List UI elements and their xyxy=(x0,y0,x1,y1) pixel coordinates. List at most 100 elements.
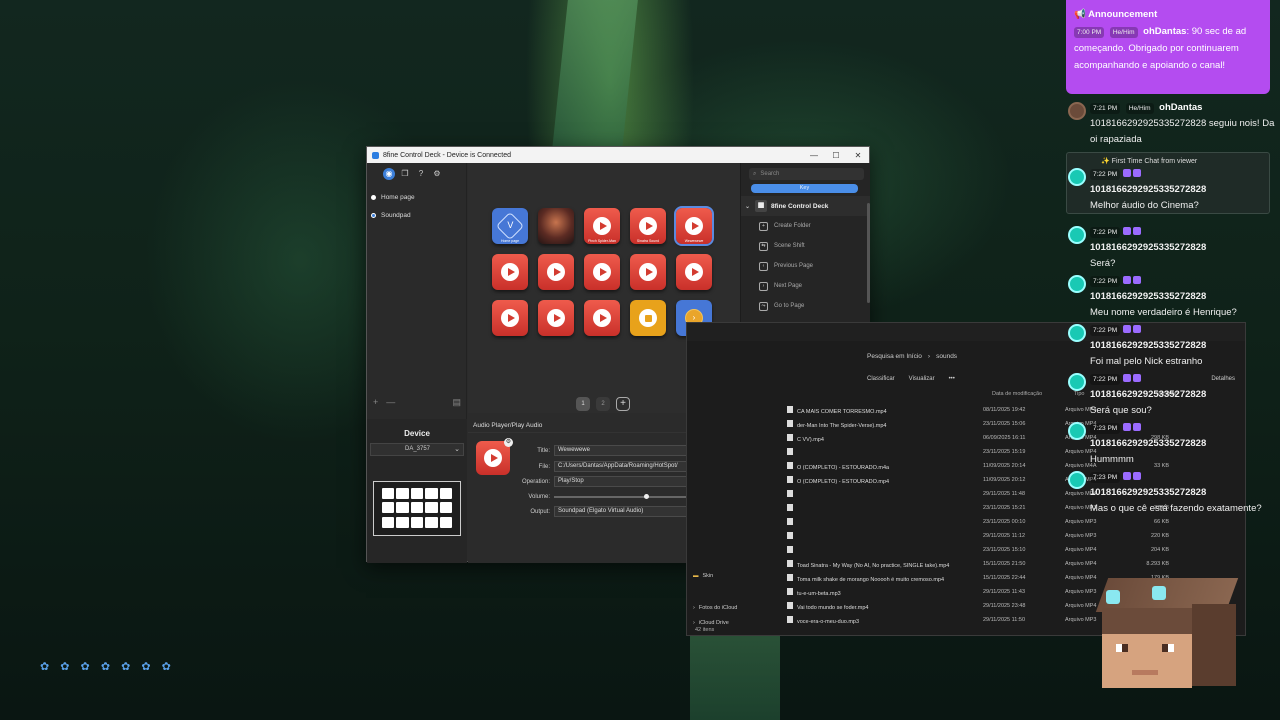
file-date: 11/09/2025 20:12 xyxy=(983,477,1026,483)
file-icon xyxy=(787,405,793,413)
minimize-button[interactable]: — xyxy=(803,151,825,160)
username[interactable]: 1018166292925335272828 xyxy=(1090,184,1206,195)
deck-key[interactable] xyxy=(676,254,712,290)
first-time-header: First Time Chat from viewer xyxy=(1111,158,1198,165)
badge-icon xyxy=(1123,472,1132,481)
username[interactable]: 1018166292925335272828 xyxy=(1090,487,1206,498)
timestamp: 7:22 PM xyxy=(1090,276,1121,287)
username[interactable]: 1018166292925335272828 xyxy=(1090,291,1206,302)
title-bar[interactable]: 8fine Control Deck - Device is Connected… xyxy=(367,147,869,163)
file-icon xyxy=(787,517,793,525)
key-button[interactable]: Key xyxy=(751,184,858,193)
pronoun-badge: He/Him xyxy=(1125,103,1154,114)
chevron-right-icon: › xyxy=(693,620,695,626)
deck-key[interactable] xyxy=(630,254,666,290)
settings-icon[interactable]: ⚙ xyxy=(431,168,443,180)
left-panel: ◉ ❐ ? ⚙ Home page Soundpad + — ▤ Device xyxy=(367,163,467,563)
timestamp: 7:22 PM xyxy=(1090,374,1121,385)
deck-key[interactable]: Sinatra Sound xyxy=(630,208,666,244)
play-icon xyxy=(547,309,565,327)
file-icon xyxy=(787,587,793,595)
play-icon xyxy=(639,217,657,235)
username[interactable]: 1018166292925335272828 xyxy=(1090,340,1206,351)
profile-icon[interactable]: ◉ xyxy=(383,168,395,180)
scrollbar[interactable] xyxy=(867,203,870,303)
file-name xyxy=(777,489,983,499)
add-page-button[interactable]: + xyxy=(616,397,630,411)
deck-key[interactable] xyxy=(538,208,574,244)
username[interactable]: ohDantas xyxy=(1159,102,1202,113)
chat-message: 7:22 PM 1018166292925335272828 Será que so… xyxy=(1066,371,1276,419)
gear-icon[interactable]: ⚙ xyxy=(504,438,513,447)
pronoun-badge: He/Him xyxy=(1109,27,1138,38)
badge-icon xyxy=(1133,374,1142,383)
side-item-icloud-photos[interactable]: › Fotos do iCloud xyxy=(693,605,737,611)
deck-key[interactable]: Pinch Spider-Man xyxy=(584,208,620,244)
search-input[interactable]: ⌕ Search ☰ xyxy=(749,168,864,180)
deck-key[interactable]: Wewewewe xyxy=(674,206,714,246)
deck-key[interactable] xyxy=(630,300,666,336)
nav-label: Home page xyxy=(381,193,415,201)
file-icon xyxy=(787,559,793,567)
view-button[interactable]: Visualizar xyxy=(909,376,935,382)
action-item[interactable]: › Next Page xyxy=(741,276,870,296)
message-text: Meu nome verdadeiro é Henrique? xyxy=(1090,307,1237,318)
avatar xyxy=(1068,102,1086,120)
key-label: Home page xyxy=(500,239,520,243)
username[interactable]: 1018166292925335272828 xyxy=(1090,389,1206,400)
deck-key[interactable]: V Home page xyxy=(492,208,528,244)
file-name-text: Toad Sinatra - My Way (No AI, No practic… xyxy=(797,562,950,569)
selected-key-icon[interactable]: ⚙ xyxy=(476,438,513,475)
play-icon xyxy=(501,263,519,281)
properties-header: Audio Player/Play Audio xyxy=(473,422,543,429)
deck-key[interactable] xyxy=(538,254,574,290)
deck-key[interactable] xyxy=(492,300,528,336)
deck-key[interactable] xyxy=(538,300,574,336)
layers-icon[interactable]: ❐ xyxy=(399,168,411,180)
file-name: Vai todo mundo se foder.mp4 xyxy=(777,601,983,611)
username[interactable]: ohDantas xyxy=(1143,26,1186,37)
timestamp: 7:22 PM xyxy=(1090,227,1121,238)
file-name-text: tu-e-um-beta.mp3 xyxy=(797,590,841,597)
file-icon xyxy=(787,615,793,623)
sort-button[interactable]: Classificar xyxy=(867,376,895,382)
title-label: Title: xyxy=(537,447,550,454)
nav-home-page[interactable]: Home page xyxy=(367,188,466,206)
section-8fine-control-deck[interactable]: ⌄ ▦ 8fine Control Deck xyxy=(741,196,870,216)
help-icon[interactable]: ? xyxy=(415,168,427,180)
breadcrumb-sounds[interactable]: sounds xyxy=(936,353,957,360)
more-button[interactable]: ••• xyxy=(949,376,955,382)
remove-icon[interactable]: — xyxy=(386,397,395,408)
page-1-button[interactable]: 1 xyxy=(576,397,590,411)
action-item[interactable]: + Create Folder xyxy=(741,216,870,236)
action-item[interactable]: ⤳ Go to Page xyxy=(741,296,870,316)
badge-icon xyxy=(1123,423,1132,432)
username[interactable]: 1018166292925335272828 xyxy=(1090,438,1206,449)
device-select[interactable]: DA_3757 ⌄ xyxy=(370,443,464,456)
device-preview[interactable] xyxy=(373,481,461,536)
folder-icon: ▬ xyxy=(693,573,699,579)
file-date: 08/11/2025 19:42 xyxy=(983,407,1026,413)
deck-key[interactable] xyxy=(492,254,528,290)
message-text: Melhor áudio do Cinema? xyxy=(1090,200,1199,211)
maximize-button[interactable]: ☐ xyxy=(825,151,847,160)
side-item-icloud-drive[interactable]: › iCloud Drive xyxy=(693,620,729,626)
add-icon[interactable]: + xyxy=(373,397,378,408)
play-icon xyxy=(547,263,565,281)
nav-soundpad[interactable]: Soundpad xyxy=(367,206,466,224)
action-item[interactable]: ‹ Previous Page xyxy=(741,256,870,276)
breadcrumb-search[interactable]: Pesquisa em Início xyxy=(867,353,922,360)
page-2-button[interactable]: 2 xyxy=(596,397,610,411)
side-item-skin[interactable]: ▬ Skin xyxy=(693,573,713,579)
close-button[interactable]: ✕ xyxy=(847,151,869,160)
volume-knob[interactable] xyxy=(644,493,650,499)
avatar xyxy=(1068,373,1086,391)
file-date: 15/11/2025 22:44 xyxy=(983,575,1026,581)
file-icon xyxy=(787,489,793,497)
deck-key[interactable] xyxy=(584,300,620,336)
list-edit-icon[interactable]: ▤ xyxy=(452,397,461,408)
action-item[interactable]: ⇆ Scene Shift xyxy=(741,236,870,256)
deck-key[interactable] xyxy=(584,254,620,290)
file-name xyxy=(777,531,983,541)
username[interactable]: 1018166292925335272828 xyxy=(1090,242,1206,253)
